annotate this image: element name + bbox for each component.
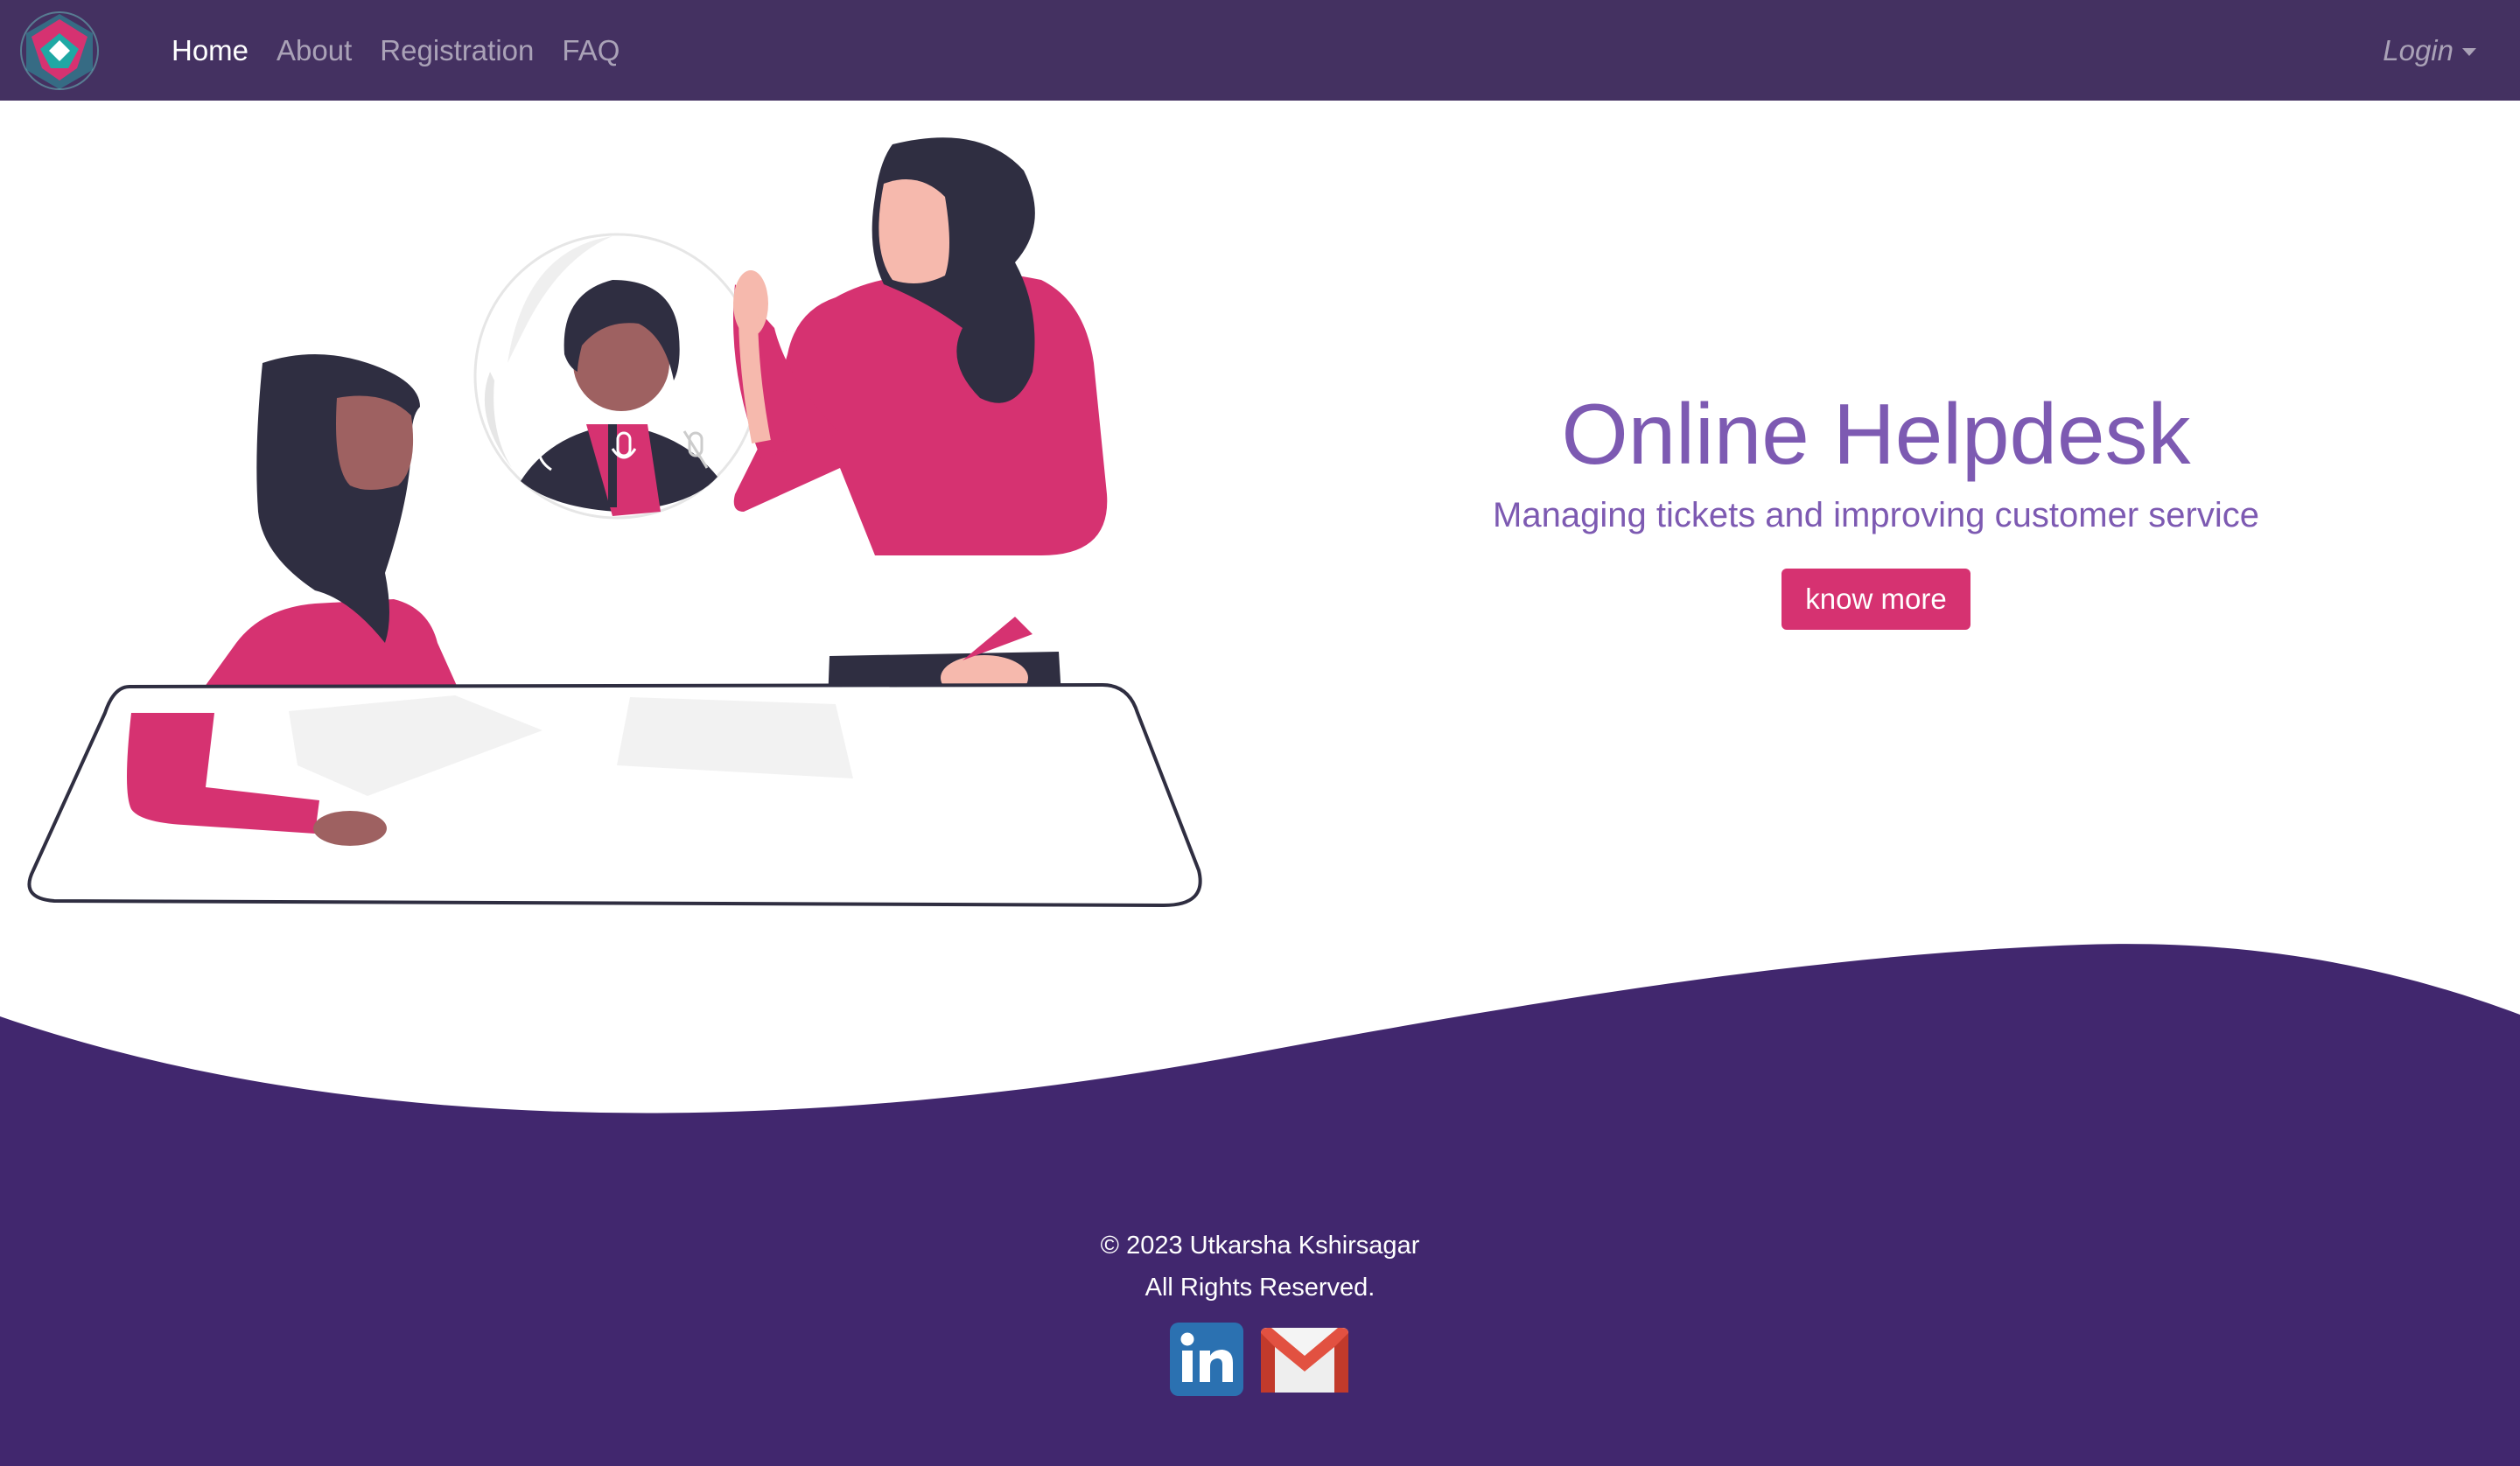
copyright-text: © 2023 Utkarsha Kshirsagar: [1100, 1232, 1420, 1260]
hero-title: Online Helpdesk: [1561, 386, 2191, 482]
video-meeting-illustration: [0, 101, 1225, 923]
nav-links: Home About Registration FAQ: [172, 0, 620, 101]
gmail-icon[interactable]: [1259, 1323, 1350, 1396]
hero: Online Helpdesk Managing tickets and imp…: [1400, 385, 2352, 630]
helpdesk-logo-icon[interactable]: [16, 7, 103, 94]
nav-link-registration[interactable]: Registration: [380, 34, 534, 67]
page: Home About Registration FAQ Login Online…: [0, 0, 2520, 1466]
nav-link-home[interactable]: Home: [172, 34, 248, 67]
nav-link-faq[interactable]: FAQ: [562, 34, 620, 67]
know-more-button[interactable]: know more: [1782, 568, 1970, 630]
caret-down-icon: [2462, 48, 2476, 56]
login-label: Login: [2383, 33, 2454, 66]
nav-link-about[interactable]: About: [276, 34, 352, 67]
rights-text: All Rights Reserved.: [1144, 1274, 1376, 1302]
hero-subtitle: Managing tickets and improving customer …: [1493, 495, 2259, 534]
navbar: Home About Registration FAQ Login: [0, 0, 2520, 101]
social-links: [0, 1323, 2520, 1396]
linkedin-icon[interactable]: [1170, 1323, 1243, 1396]
footer: © 2023 Utkarsha Kshirsagar All Rights Re…: [0, 1225, 2520, 1396]
login-dropdown[interactable]: Login: [2383, 0, 2476, 101]
